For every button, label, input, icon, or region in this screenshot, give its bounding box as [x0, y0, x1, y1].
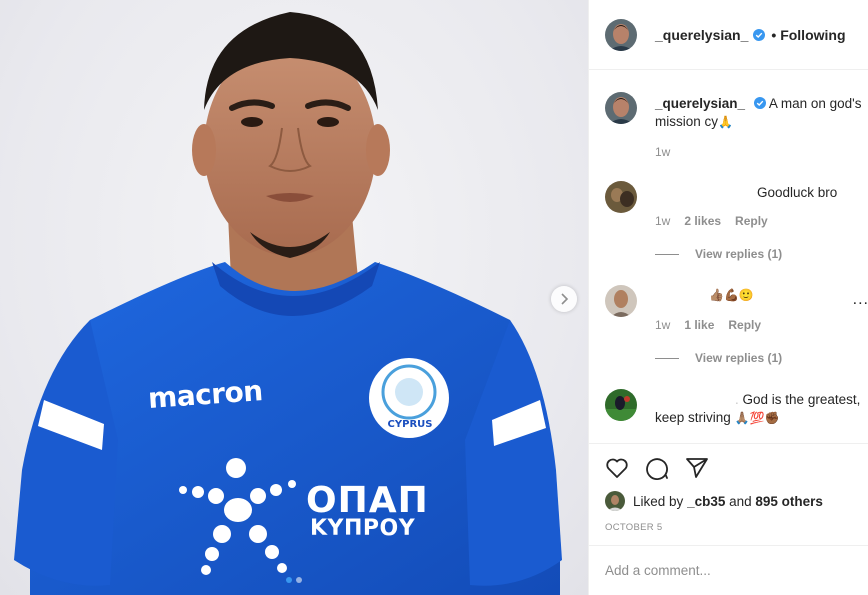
add-comment-bar — [589, 545, 868, 595]
comment-likes[interactable]: 1 like — [684, 318, 714, 332]
view-replies-label: View replies (1) — [695, 351, 783, 365]
view-replies-label: View replies (1) — [695, 247, 783, 261]
comment-text: Goodluck bro — [757, 185, 838, 200]
reply-button[interactable]: Reply — [728, 318, 761, 332]
liked-by-joiner: and — [729, 493, 752, 509]
avatar[interactable] — [605, 18, 637, 51]
jersey-sponsor-line2: ΚΥΠΡΟΥ — [310, 516, 416, 541]
jersey-sponsor-line1: ОПАП — [306, 480, 429, 521]
liked-by-others[interactable]: 895 others — [755, 494, 823, 509]
view-replies-button[interactable]: View replies (1) — [655, 351, 782, 365]
avatar[interactable] — [605, 389, 637, 421]
divider — [655, 253, 679, 255]
comments-list: _querelysian_ A man on god's mission cy🙏… — [589, 71, 868, 443]
comment-likes[interactable]: 2 likes — [684, 214, 721, 228]
comment-bubble-icon — [646, 458, 668, 481]
caption-meta: 1w — [655, 145, 670, 159]
verified-badge-icon — [753, 28, 766, 41]
chevron-right-icon — [561, 293, 569, 305]
comment-time[interactable]: 1w — [655, 214, 670, 228]
paper-plane-icon — [686, 458, 708, 478]
liked-by-prefix: Liked by — [633, 493, 684, 509]
verified-badge-icon — [753, 97, 766, 109]
avatar[interactable] — [605, 181, 637, 213]
heart-icon — [606, 458, 628, 478]
like-button[interactable] — [605, 456, 629, 480]
comment-button[interactable] — [645, 456, 669, 481]
jersey-badge-text: CYPRUS — [387, 419, 433, 430]
add-comment-input[interactable] — [605, 563, 805, 578]
caption-username[interactable]: _querelysian_ — [655, 96, 745, 111]
post-photo[interactable]: macron ОПАП ΚΥΠΡΟΥ CYPRUS — [0, 0, 588, 595]
post-actions: Liked by _cb35 and 895 others OCTOBER 5 — [589, 443, 868, 595]
share-button[interactable] — [685, 456, 709, 480]
caption-emoji: 🙏 — [718, 115, 733, 129]
action-icons — [605, 456, 709, 481]
avatar[interactable] — [605, 92, 637, 124]
avatar[interactable] — [605, 285, 637, 317]
divider — [655, 357, 679, 359]
follow-status[interactable]: • Following — [771, 27, 845, 43]
caption-time[interactable]: 1w — [655, 145, 670, 159]
more-options-button[interactable]: ... — [853, 291, 868, 309]
comment-prefix: . — [735, 392, 739, 407]
post-username[interactable]: _querelysian_ — [655, 27, 748, 43]
carousel-dot — [296, 577, 302, 583]
comment-text: 👍🏽💪🏾🙂 — [709, 288, 754, 302]
view-replies-button[interactable]: View replies (1) — [655, 247, 782, 261]
follow-status-label: Following — [780, 26, 846, 43]
comment-time[interactable]: 1w — [655, 318, 670, 332]
player-illustration — [14, 12, 562, 595]
comment-emoji: 🙏🏽💯✊🏾 — [734, 411, 780, 425]
comment-meta: 1w 1 like Reply — [655, 318, 761, 332]
liked-by: Liked by _cb35 and 895 others — [605, 491, 823, 511]
liker-avatar[interactable] — [605, 491, 625, 511]
post-date[interactable]: OCTOBER 5 — [605, 522, 662, 533]
reply-button[interactable]: Reply — [735, 214, 768, 228]
comment-meta: 1w 2 likes Reply — [655, 214, 768, 228]
carousel-indicator — [286, 577, 302, 583]
carousel-next-button[interactable] — [551, 286, 577, 312]
liked-by-user[interactable]: _cb35 — [687, 494, 725, 509]
post-header: _querelysian_ • Following — [589, 0, 868, 70]
post-side-panel: _querelysian_ • Following _querelysian_ … — [588, 0, 868, 595]
carousel-dot-active — [286, 577, 292, 583]
